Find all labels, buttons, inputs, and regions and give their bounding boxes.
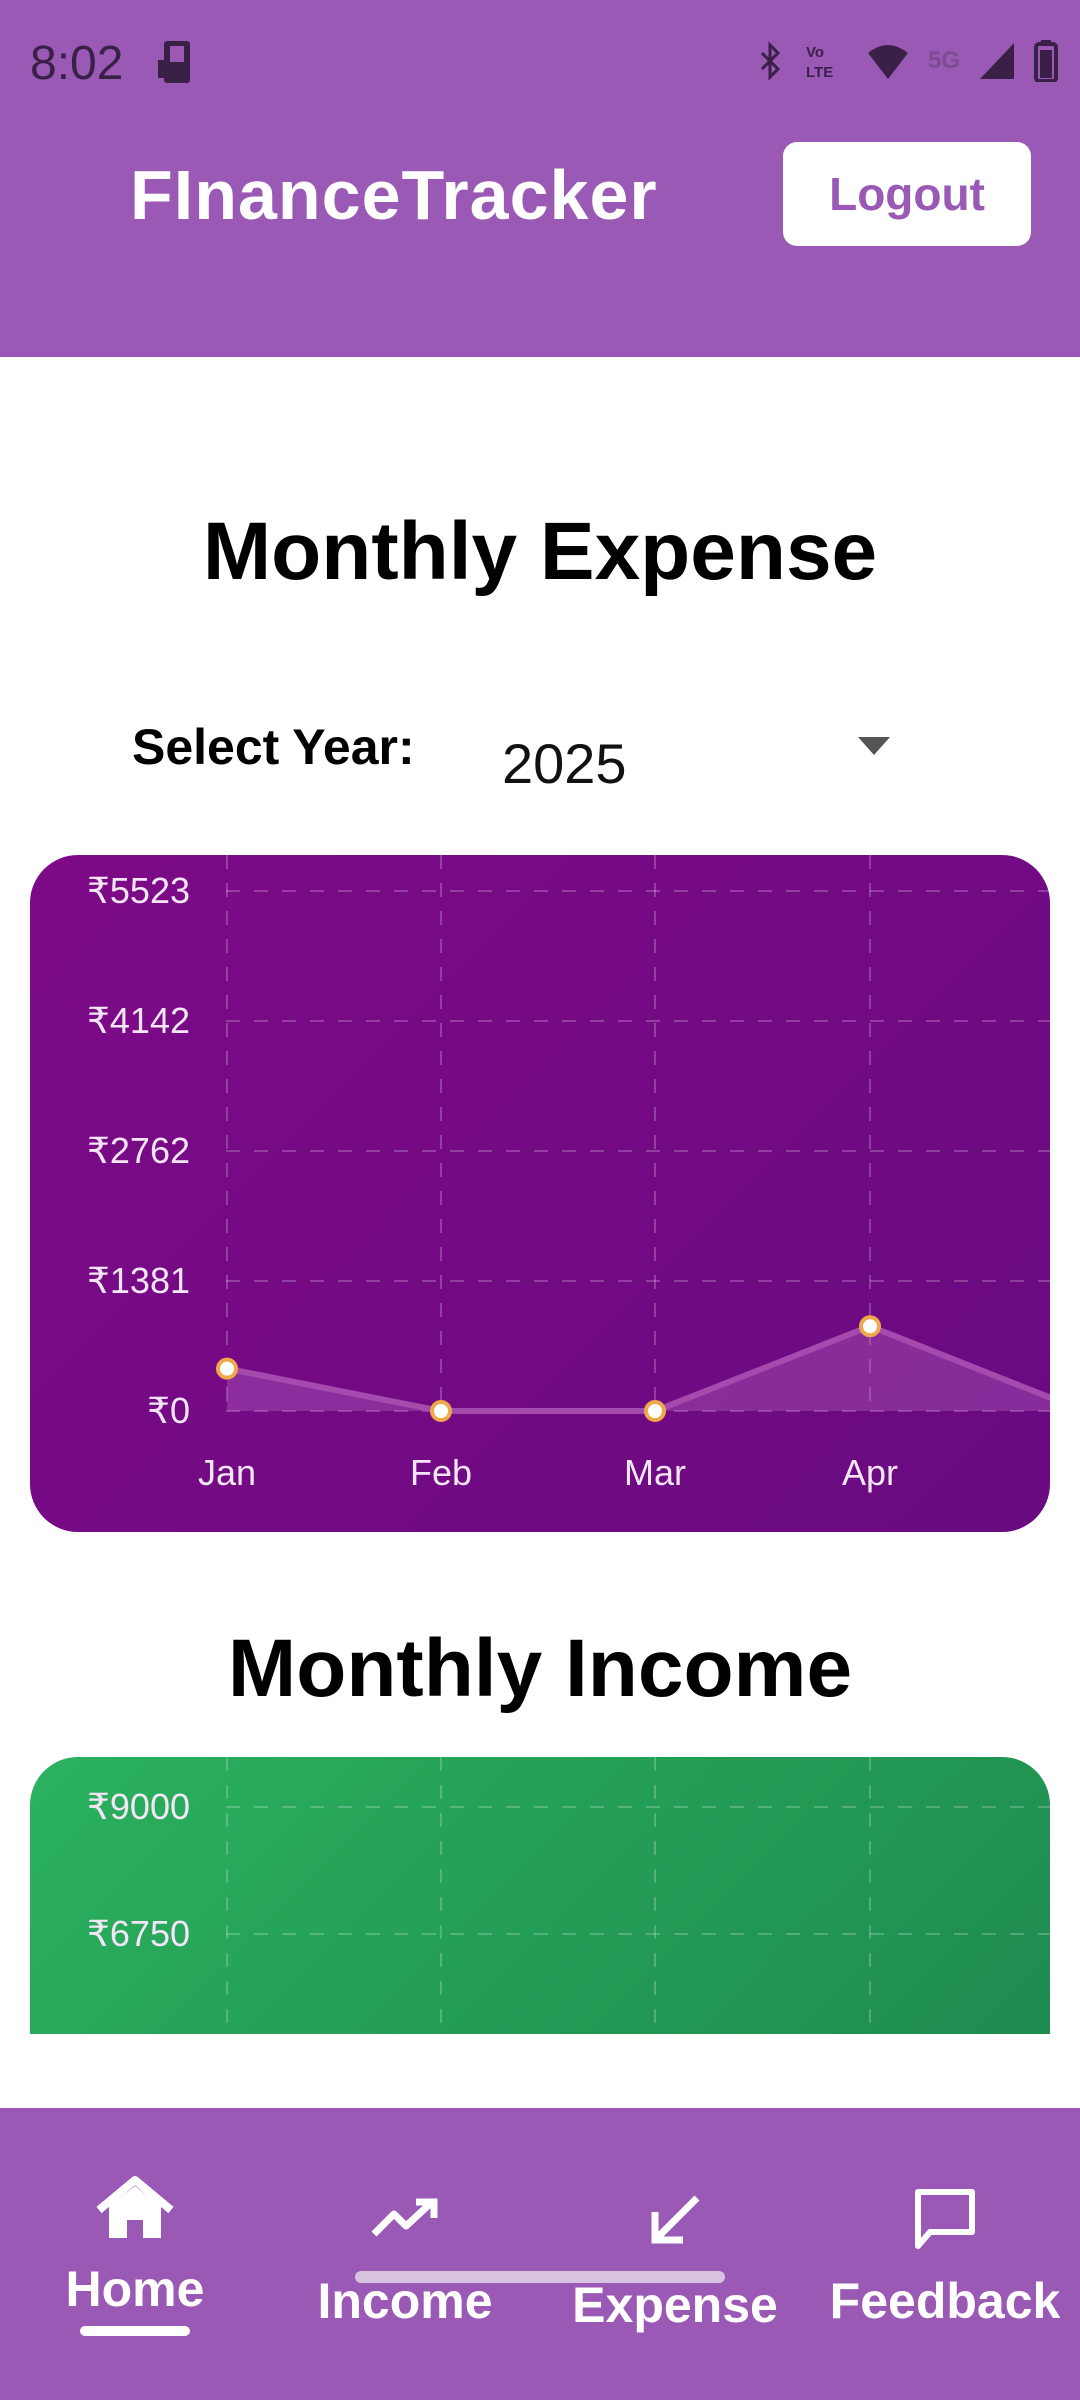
volte-icon: Vo LTE [806,44,833,81]
data-point [216,1357,238,1380]
income-section-title: Monthly Income [227,1623,853,1714]
status-icons: Vo LTE 5G [756,36,1058,86]
nav-item-income[interactable]: Income [270,2108,540,2400]
nav-label-home: Home [65,2261,205,2317]
y-tick-label: ₹6750 [87,1913,190,1954]
arrow-down-left-icon [651,2195,700,2244]
logout-button[interactable]: Logout [783,142,1031,246]
expense-chart: ₹5523 ₹4142 ₹2762 ₹1381 ₹0 Jan Feb Mar Apr [30,855,1050,1532]
nav-label-feedback: Feedback [829,2273,1061,2329]
trending-up-icon [371,2198,438,2237]
nav-label-expense: Expense [572,2277,778,2333]
income-chart-svg: ₹9000 ₹6750 [87,1757,1050,2034]
year-select[interactable]: 2025 [500,705,900,785]
income-chart: ₹9000 ₹6750 [30,1757,1050,2034]
data-point [644,1400,666,1422]
expense-chart-svg: ₹5523 ₹4142 ₹2762 ₹1381 ₹0Jan Feb Mar Apr [87,855,1050,1493]
x-tick-label: Apr [842,1452,898,1493]
active-tab-indicator [80,2326,190,2336]
x-tick-label: Mar [624,1452,686,1493]
x-tick-label: Jan [198,1452,256,1493]
y-tick-label: ₹9000 [87,1786,190,1827]
data-point [430,1400,452,1422]
data-point [859,1315,881,1338]
nav-item-feedback[interactable]: Feedback [810,2108,1080,2400]
gesture-bar [355,2271,725,2283]
app-header: 8:02 Vo LTE 5G FInanceTracker Logout [0,0,1080,357]
dropdown-caret-icon [858,737,890,755]
status-bar: 8:02 Vo LTE 5G [0,0,1080,125]
status-time: 8:02 [30,37,124,90]
wifi-icon [867,45,908,79]
y-tick-label: ₹2762 [87,1130,190,1171]
bottom-nav: Home Income Expense Feedback [0,2108,1080,2400]
year-select-value: 2025 [502,732,627,785]
svg-text:LTE: LTE [806,64,833,81]
y-tick-label: ₹0 [147,1390,190,1431]
app-title: FInanceTracker [130,156,658,234]
battery-icon [1034,40,1058,82]
series-area [227,1326,1050,1411]
signal-icon [980,43,1014,79]
home-icon [96,2176,174,2238]
year-label: Select Year: [132,719,415,775]
expense-section-title: Monthly Expense [202,506,878,597]
y-tick-label: ₹4142 [87,1000,190,1041]
x-tick-label: Feb [410,1452,472,1493]
nav-item-expense[interactable]: Expense [540,2108,810,2400]
sim-card-icon [158,41,190,83]
network-type: 5G [927,47,960,74]
bluetooth-icon [760,41,781,81]
svg-text:Vo: Vo [806,44,824,61]
y-tick-label: ₹1381 [87,1260,190,1301]
nav-item-home[interactable]: Home [0,2108,270,2400]
chat-bubble-icon [915,2189,975,2249]
y-tick-label: ₹5523 [87,870,190,911]
